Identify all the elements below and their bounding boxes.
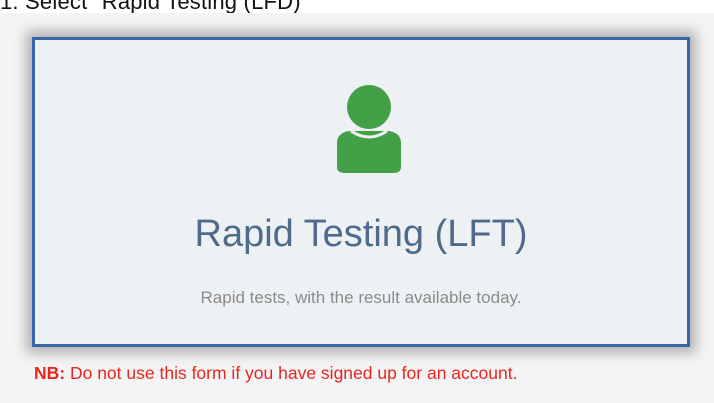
- instruction-heading: 1. Select "Rapid Testing (LFD)": [0, 0, 309, 13]
- warning-note: NB: Do not use this form if you have sig…: [34, 363, 517, 384]
- rapid-testing-card[interactable]: Rapid Testing (LFT) Rapid tests, with th…: [32, 37, 690, 347]
- card-description: Rapid tests, with the result available t…: [200, 288, 522, 307]
- user-icon: [337, 85, 401, 173]
- note-label: NB:: [34, 363, 66, 383]
- heading-clip: 1. Select "Rapid Testing (LFD)": [0, 0, 714, 13]
- note-text: Do not use this form if you have signed …: [65, 363, 518, 383]
- card-title: Rapid Testing (LFT): [194, 213, 528, 255]
